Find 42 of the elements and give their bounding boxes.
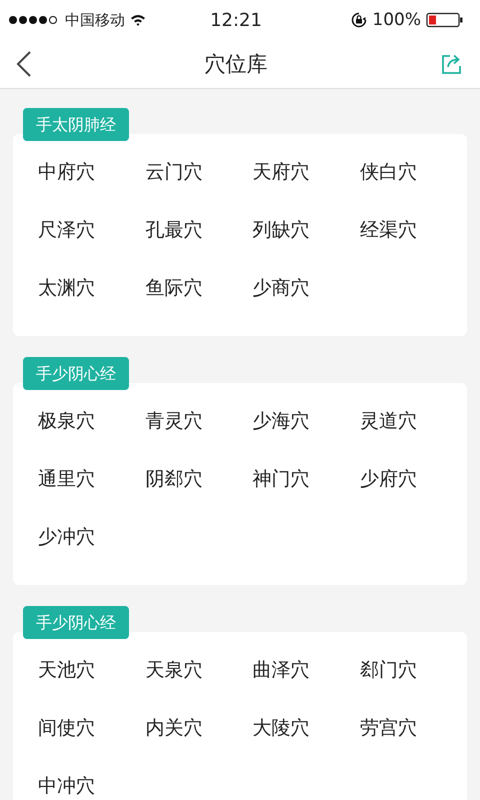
acupoint-item[interactable]: 郄门穴 [360,658,417,682]
acupoint-item[interactable]: 列缺穴 [252,218,310,242]
clock-time: 12:21 [210,10,262,30]
acupoint-item[interactable]: 青灵穴 [145,409,202,433]
acupoint-item[interactable]: 劳宫穴 [360,716,417,740]
acupoint-item[interactable]: 太渊穴 [38,276,95,300]
acupoint-item[interactable]: 神门穴 [252,467,310,491]
acupoint-item[interactable]: 经渠穴 [360,218,417,242]
acupoint-item[interactable]: 少海穴 [252,409,310,433]
acupoint-item[interactable]: 中冲穴 [38,774,95,798]
acupoint-item[interactable]: 侠白穴 [360,160,417,184]
acupoint-item[interactable]: 天泉穴 [145,658,202,682]
meridian-tag: 手太阴肺经 [23,108,129,141]
acupoint-item[interactable]: 少冲穴 [38,525,95,549]
acupoint-item[interactable]: 通里穴 [38,467,95,491]
acupoint-item[interactable]: 云门穴 [145,160,202,184]
carrier-name: 中国移动 [65,10,125,30]
acupoint-item[interactable]: 间使穴 [38,716,95,740]
acupoint-item[interactable]: 少府穴 [360,467,417,491]
page-title: 穴位库 [204,51,268,78]
share-icon[interactable] [440,52,464,76]
acupoint-item[interactable]: 大陵穴 [252,716,310,740]
battery-icon [426,12,464,28]
acupoint-item[interactable]: 孔最穴 [145,218,202,242]
wifi-icon [130,14,146,26]
meridian-tag: 手少阴心经 [23,357,129,390]
acupoint-item[interactable]: 天府穴 [252,160,310,184]
acupoint-item[interactable]: 中府穴 [38,160,95,184]
acupoint-item[interactable]: 鱼际穴 [145,276,202,300]
acupoint-item[interactable]: 灵道穴 [360,409,417,433]
acupoint-item[interactable]: 阴郄穴 [145,467,202,491]
acupoint-item[interactable]: 内关穴 [145,716,202,740]
back-icon[interactable] [16,50,32,78]
acupoint-item[interactable]: 天池穴 [38,658,95,682]
battery-percent: 100% [372,10,421,30]
rotation-lock-icon [351,12,368,28]
acupoint-item[interactable]: 尺泽穴 [38,218,95,242]
acupoint-item[interactable]: 极泉穴 [38,409,95,433]
signal-icon [8,15,60,25]
acupoint-item[interactable]: 曲泽穴 [252,658,310,682]
acupoint-item[interactable]: 少商穴 [252,276,310,300]
meridian-tag: 手少阴心经 [23,606,129,639]
